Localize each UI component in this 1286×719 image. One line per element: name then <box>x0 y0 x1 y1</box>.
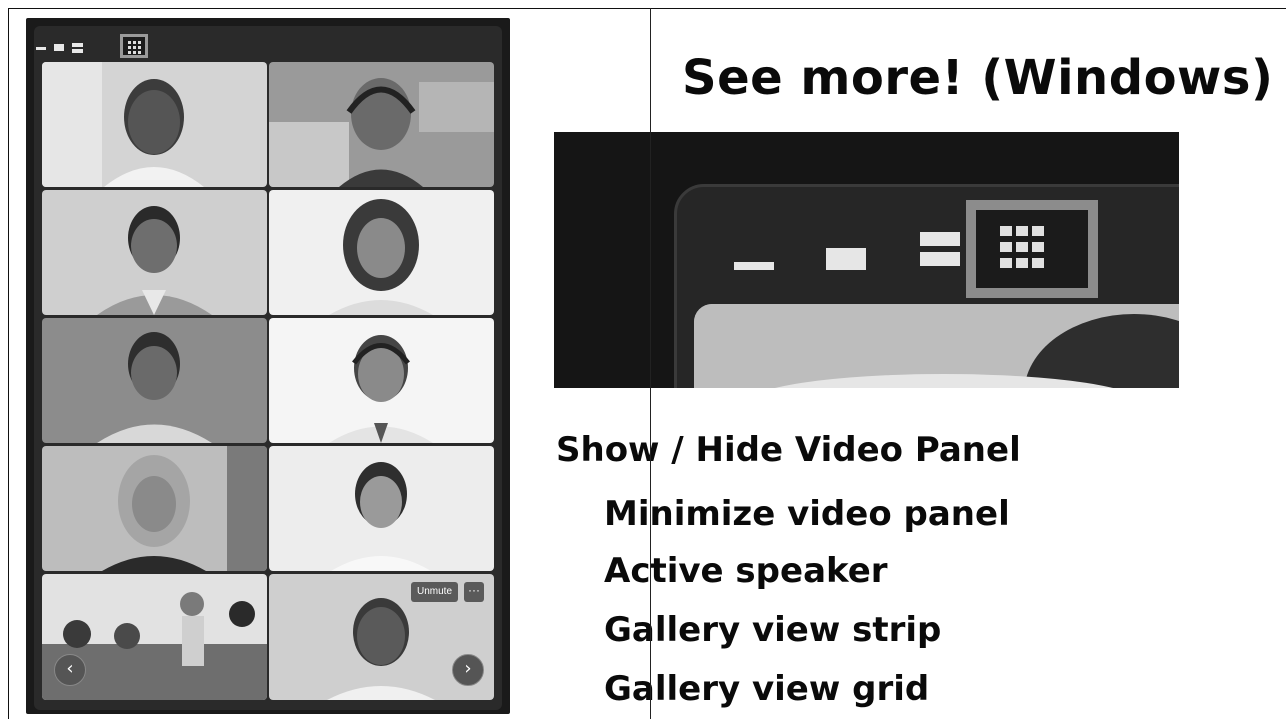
participant-tile[interactable] <box>269 190 494 315</box>
participant-video <box>42 62 267 187</box>
participant-tile[interactable] <box>42 318 267 443</box>
gallery-strip-icon[interactable] <box>72 43 83 47</box>
gallery-grid-icon <box>966 200 1098 298</box>
slide-title: See more! (Windows) <box>682 50 1274 106</box>
participant-tile[interactable] <box>42 190 267 315</box>
guide-line <box>650 8 651 719</box>
minimize-icon[interactable] <box>36 47 46 50</box>
participant-tile[interactable] <box>42 62 267 187</box>
participant-tile-self[interactable]: Unmute ··· › <box>269 574 494 700</box>
next-page-button[interactable]: › <box>452 654 484 686</box>
menu-item-active-speaker: Active speaker <box>604 551 888 591</box>
participant-tile[interactable] <box>269 446 494 571</box>
participant-video <box>269 446 494 571</box>
active-speaker-icon[interactable] <box>54 44 64 51</box>
more-options-button[interactable]: ··· <box>464 582 484 602</box>
menu-item-gallery-strip: Gallery view strip <box>604 610 942 650</box>
participant-video <box>269 62 494 187</box>
unmute-button[interactable]: Unmute <box>410 582 458 602</box>
gallery-strip-icon <box>920 232 960 246</box>
participant-video <box>269 318 494 443</box>
participant-tile[interactable] <box>269 62 494 187</box>
zoomed-toolbar-image <box>554 132 1179 388</box>
participant-tile[interactable]: ‹ <box>42 574 267 700</box>
gallery-strip-icon-bar <box>920 252 960 266</box>
gallery-grid: ‹ Unmute ··· › <box>42 62 494 700</box>
participant-video <box>269 190 494 315</box>
participant-video <box>42 446 267 571</box>
view-toolbar <box>32 34 162 60</box>
participant-tile[interactable] <box>42 446 267 571</box>
menu-heading: Show / Hide Video Panel <box>556 430 1021 470</box>
slide-border-top <box>8 8 1286 9</box>
menu-item-gallery-grid: Gallery view grid <box>604 669 930 709</box>
previous-page-button[interactable]: ‹ <box>54 654 86 686</box>
participant-tile[interactable] <box>269 318 494 443</box>
slide-border-left <box>8 8 9 719</box>
gallery-strip-icon-bar <box>72 49 83 53</box>
minimize-icon <box>734 262 774 270</box>
participant-video <box>42 318 267 443</box>
menu-item-minimize: Minimize video panel <box>604 494 1010 534</box>
active-speaker-icon <box>826 248 866 270</box>
zoomed-video-tile <box>694 304 1179 388</box>
participant-video <box>42 190 267 315</box>
gallery-grid-icon[interactable] <box>120 34 148 58</box>
